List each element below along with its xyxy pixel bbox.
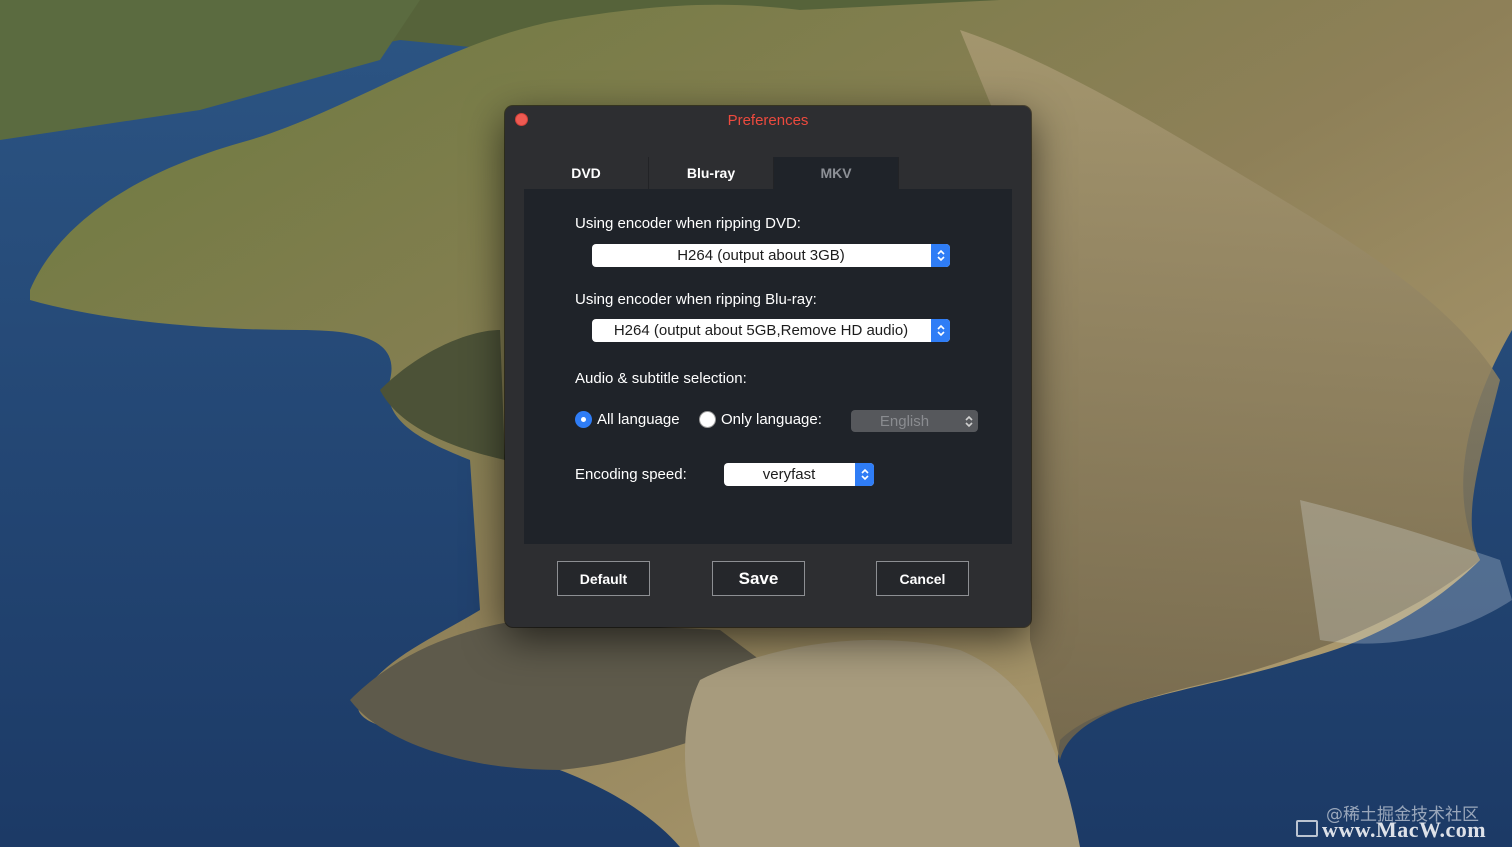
encoding-speed-select[interactable]: veryfast <box>724 463 874 486</box>
tab-mkv[interactable]: MKV <box>774 157 899 189</box>
tab-bar: DVD Blu-ray MKV <box>524 157 899 189</box>
radio-unselected-icon <box>699 411 716 428</box>
bluray-encoder-select[interactable]: H264 (output about 5GB,Remove HD audio) <box>592 319 950 342</box>
default-button[interactable]: Default <box>557 561 650 596</box>
all-language-radio[interactable]: All language <box>575 411 680 428</box>
watermark-site-text: www.MacW.com <box>1322 817 1487 842</box>
all-language-label: All language <box>597 411 680 428</box>
select-arrows-icon <box>959 410 978 432</box>
settings-panel: Using encoder when ripping DVD: H264 (ou… <box>524 189 1012 544</box>
tab-blu-ray[interactable]: Blu-ray <box>649 157 774 189</box>
language-value: English <box>879 413 930 430</box>
language-select[interactable]: English <box>851 410 978 432</box>
encoding-speed-value: veryfast <box>762 466 816 483</box>
cancel-button[interactable]: Cancel <box>876 561 969 596</box>
encoding-speed-label: Encoding speed: <box>575 466 687 483</box>
audio-subtitle-label: Audio & subtitle selection: <box>575 370 747 387</box>
radio-selected-icon <box>575 411 592 428</box>
select-arrows-icon <box>931 319 950 342</box>
dvd-encoder-label: Using encoder when ripping DVD: <box>575 215 801 232</box>
select-arrows-icon <box>855 463 874 486</box>
tab-dvd[interactable]: DVD <box>524 157 649 189</box>
watermark-logo-icon <box>1296 820 1318 837</box>
bluray-encoder-label: Using encoder when ripping Blu-ray: <box>575 291 817 308</box>
save-button[interactable]: Save <box>712 561 805 596</box>
only-language-radio[interactable]: Only language: <box>699 411 822 428</box>
window-title: Preferences <box>727 112 809 129</box>
only-language-label: Only language: <box>721 411 822 428</box>
preferences-window: Preferences DVD Blu-ray MKV Using encode… <box>505 106 1031 627</box>
dvd-encoder-value: H264 (output about 3GB) <box>677 247 845 264</box>
dvd-encoder-select[interactable]: H264 (output about 3GB) <box>592 244 950 267</box>
select-arrows-icon <box>931 244 950 267</box>
bluray-encoder-value: H264 (output about 5GB,Remove HD audio) <box>613 322 909 339</box>
